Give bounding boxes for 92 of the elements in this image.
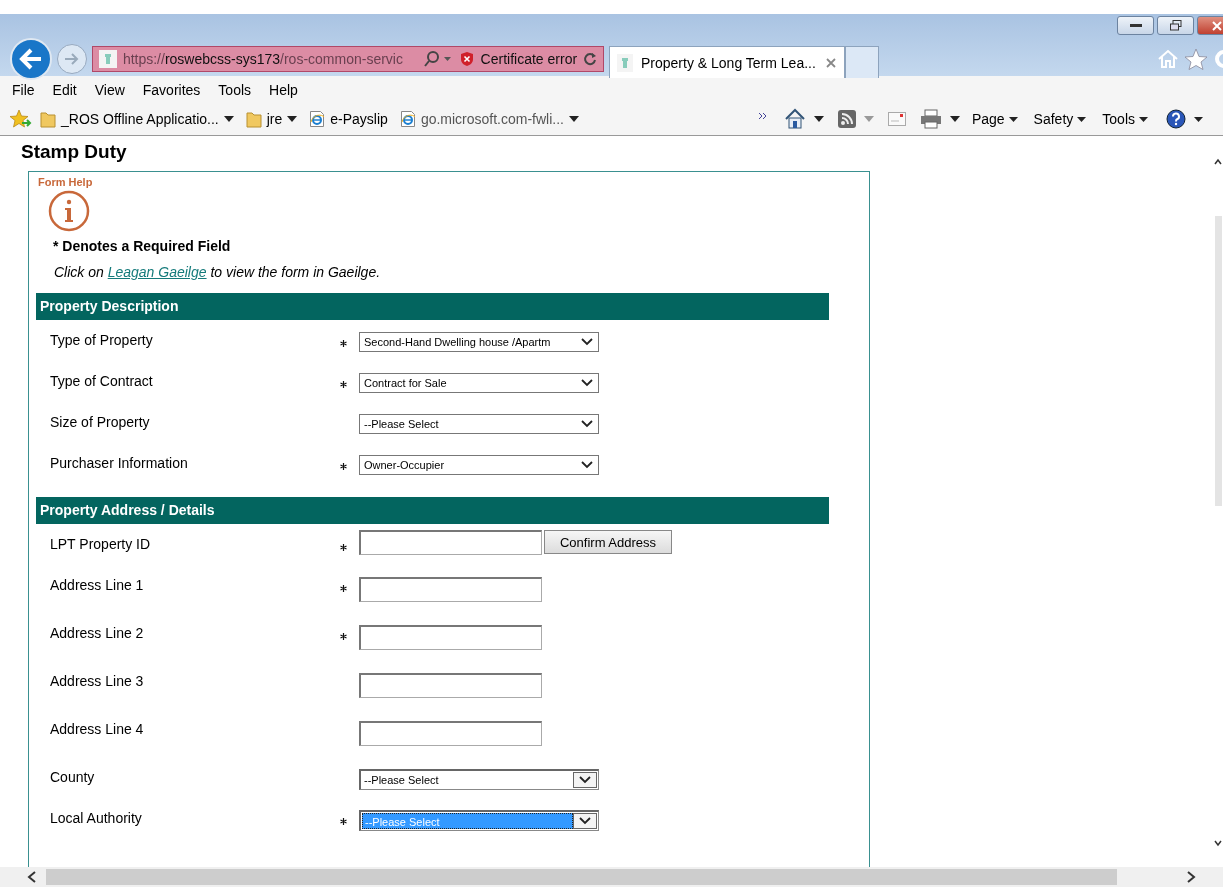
mail-icon[interactable] [887,112,906,126]
chevron-down-icon [581,461,593,469]
web-page-icon [399,110,416,128]
chevron-down-icon [579,776,591,784]
favorites-link[interactable]: jre [245,110,298,128]
chevron-down-icon [579,817,591,825]
web-page-icon [309,110,326,128]
info-icon[interactable] [48,190,90,232]
command-menu-button[interactable]: Page [967,111,1022,127]
favorites-link[interactable]: e-Payslip [309,110,388,128]
text-field[interactable] [359,625,542,650]
caret-icon[interactable] [949,116,960,122]
gaeilge-link[interactable]: Leagan Gaeilge [107,264,207,280]
folder-icon [40,110,56,128]
caret-icon[interactable] [1194,116,1203,122]
field-label: Address Line 2 [50,625,145,641]
search-icon[interactable] [422,51,453,67]
menu-item[interactable]: Help [263,81,310,98]
caret-icon[interactable] [287,116,298,122]
close-icon [1212,20,1222,31]
site-icon [617,53,633,72]
field-label: Purchaser Information [50,455,189,471]
star-icon[interactable] [1184,48,1208,70]
field-label: County [50,769,96,785]
confirm-address-button[interactable]: Confirm Address [544,530,672,554]
text-field[interactable] [359,721,542,746]
menu-item[interactable]: View [88,81,137,98]
home-icon[interactable] [783,108,806,130]
arrow-right-icon [63,51,81,67]
text-field[interactable] [359,530,542,555]
field-label: Address Line 4 [50,721,145,737]
form-help-link[interactable]: Form Help [38,176,93,188]
field-label: Address Line 3 [50,673,145,689]
caret-icon[interactable] [813,116,824,122]
field-label: Type of Contract [50,373,154,389]
minimize-icon [1129,23,1142,28]
caret-icon[interactable] [569,116,579,122]
refresh-icon[interactable] [583,52,597,66]
text-field[interactable] [359,673,542,698]
chevron-left-icon[interactable] [26,870,38,884]
text-field[interactable] [359,577,542,602]
field-label: Local Authority [50,810,143,826]
restore-icon [1169,20,1182,31]
printer-icon[interactable] [919,109,942,129]
caret-icon[interactable] [223,116,234,122]
menu-item[interactable]: Edit [46,81,89,98]
arrow-left-icon [19,48,43,70]
menu-item[interactable]: Favorites [136,81,213,98]
caret-icon [1077,116,1087,122]
feed-icon[interactable] [837,110,856,128]
section-header: Property Description [36,293,829,320]
favorites-star-icon[interactable] [10,109,32,129]
dropdown-field[interactable]: --Please Select [359,769,599,790]
menu-item[interactable]: File [6,81,47,98]
certificate-error-text[interactable]: Certificate error [480,51,578,67]
required-field-note: * Denotes a Required Field [53,238,231,254]
favorites-link[interactable]: go.microsoft.com-fwli... [399,110,579,128]
chevron-down-icon[interactable] [1214,839,1222,847]
section-header: Property Address / Details [36,497,829,524]
horizontal-scrollbar[interactable] [0,867,1223,887]
chevron-down-icon [581,379,593,387]
caret-icon [1139,116,1148,122]
url-text: https://roswebcss-sys173/ros-common-servic [122,51,404,67]
folder-icon [245,110,262,128]
chevron-down-icon [581,420,593,428]
address-bar[interactable]: https://roswebcss-sys173/ros-common-servic Certificate error [92,46,604,72]
dropdown-field[interactable]: Contract for Sale [359,373,599,393]
back-button[interactable] [10,38,52,80]
command-menu-button[interactable]: Tools [1098,111,1152,127]
field-label: Address Line 1 [50,577,145,593]
help-icon[interactable] [1166,109,1186,129]
command-menu-button[interactable]: Safety [1029,111,1091,127]
field-label: Size of Property [50,414,151,430]
browser-tab[interactable]: Property & Long Term Lea... [609,46,845,78]
minimize-button[interactable] [1117,16,1154,35]
shield-error-icon [458,51,475,67]
chevron-up-icon[interactable] [1214,158,1222,166]
close-tab-icon[interactable] [825,56,837,69]
restore-button[interactable] [1157,16,1194,35]
site-icon [99,50,117,68]
page-title: Stamp Duty [21,141,128,163]
chevron-right-icon[interactable] [1185,870,1197,884]
chevron-down-icon [581,338,593,346]
field-label: LPT Property ID [50,536,152,552]
dropdown-field[interactable]: Owner-Occupier [359,455,599,475]
favorites-link[interactable]: _ROS Offline Applicatio... [40,110,234,128]
dropdown-field[interactable]: Second-Hand Dwelling house /Apartm [359,332,599,352]
caret-icon [1008,116,1018,122]
menu-item[interactable]: Tools [212,81,264,98]
field-label: Type of Property [50,332,154,348]
gaeilge-note: Click on Leagan Gaeilge to view the form in Gaeilge. [54,264,381,280]
dropdown-field[interactable]: --Please Select [359,414,599,434]
